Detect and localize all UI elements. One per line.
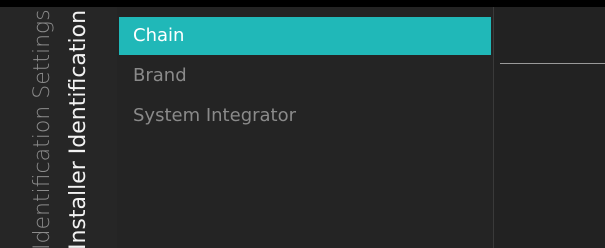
menu-item-system-integrator[interactable]: System Integrator bbox=[119, 97, 491, 135]
menu-list: Chain Brand System Integrator bbox=[117, 7, 493, 248]
settings-screen: Identification Settings Installer Identi… bbox=[0, 0, 605, 248]
detail-panel bbox=[493, 7, 605, 248]
page-title: Installer Identification bbox=[66, 9, 91, 248]
detail-divider bbox=[493, 7, 494, 248]
value-underline bbox=[500, 63, 605, 64]
breadcrumb: Identification Settings Installer Identi… bbox=[0, 7, 117, 248]
menu-item-brand[interactable]: Brand bbox=[119, 57, 491, 95]
breadcrumb-parent[interactable]: Identification Settings bbox=[30, 9, 56, 248]
top-strip bbox=[0, 0, 605, 7]
menu-item-chain[interactable]: Chain bbox=[119, 17, 491, 55]
